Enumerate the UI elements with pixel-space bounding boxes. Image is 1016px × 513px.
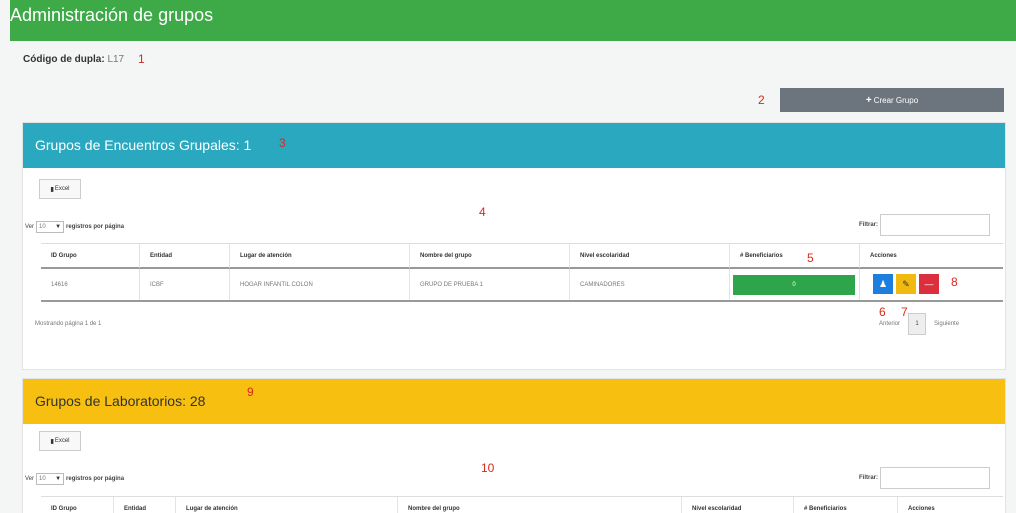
filter-control-labs: Filtrar: <box>859 467 991 489</box>
excel-label: Excel <box>54 438 70 444</box>
section-encuentros-title: Grupos de Encuentros Grupales: 1 <box>35 137 252 153</box>
section-encuentros-header: Grupos de Encuentros Grupales: 1 <box>23 123 1005 168</box>
col-nombre[interactable]: Nombre del grupo <box>409 244 569 268</box>
dupla-label: Código de dupla: <box>23 54 105 65</box>
filter-input[interactable] <box>880 214 991 236</box>
file-icon: ▮ <box>50 438 54 445</box>
filter-input[interactable] <box>880 467 991 489</box>
dupla-value: L17 <box>107 54 125 65</box>
page-length-control: Ver 10 ▼ registros por página <box>25 221 124 233</box>
dupla-code: Código de dupla: L17 <box>23 54 124 65</box>
col-entidad[interactable]: Entidad <box>139 244 229 268</box>
filter-label: Filtrar: <box>859 222 879 228</box>
page-length-value: 10 <box>39 224 46 230</box>
section-laboratorios-header: Grupos de Laboratorios: 28 <box>23 379 1005 424</box>
create-group-label: Crear Grupo <box>873 95 919 105</box>
plus-icon: + <box>865 94 872 106</box>
edit-button[interactable]: ✎ <box>896 274 916 294</box>
col-nivel[interactable]: Nivel escolaridad <box>569 244 729 268</box>
section-laboratorios: Grupos de Laboratorios: 28 9 ▮ Excel Ver… <box>22 378 1006 513</box>
col-lugar[interactable]: Lugar de atención <box>229 244 409 268</box>
section-laboratorios-title: Grupos de Laboratorios: 28 <box>35 393 206 409</box>
pagination-next[interactable]: Siguiente <box>934 321 959 327</box>
add-user-icon: ♟ <box>878 278 888 289</box>
create-group-button[interactable]: + Crear Grupo <box>780 88 1004 112</box>
pagination-info: Mostrando página 1 de 1 <box>35 321 102 327</box>
pagination-page-1[interactable]: 1 <box>908 313 927 335</box>
col-beneficiarios[interactable]: # Beneficiarios <box>793 497 897 513</box>
cell-nombre: GRUPO DE PRUEBA 1 <box>409 269 569 300</box>
beneficiarios-button[interactable]: 0 <box>733 275 855 295</box>
col-lugar[interactable]: Lugar de atención <box>175 497 397 513</box>
table-header: ID Grupo Entidad Lugar de atención Nombr… <box>41 496 1003 513</box>
encuentros-table: ID Grupo Entidad Lugar de atención Nombr… <box>41 243 1003 304</box>
page-header: Administración de grupos <box>10 0 1016 41</box>
excel-label: Excel <box>54 186 70 192</box>
col-beneficiarios[interactable]: # Beneficiarios <box>729 244 859 268</box>
table-row: 14616 ICBF HOGAR INFANTIL COLON GRUPO DE… <box>41 269 1003 302</box>
annotation-8: 8 <box>951 275 958 289</box>
edit-icon: ✎ <box>902 278 910 289</box>
minus-icon: — <box>924 279 934 289</box>
page-length-control-labs: Ver 10 ▼ registros por página <box>25 473 124 485</box>
annotation-2: 2 <box>758 93 765 107</box>
file-icon: ▮ <box>50 186 54 193</box>
col-acciones: Acciones <box>859 244 1003 268</box>
add-user-button[interactable]: ♟ <box>873 274 893 294</box>
ver-label: Ver <box>25 224 35 230</box>
chevron-down-icon: ▼ <box>55 476 62 482</box>
section-encuentros-grupales: Grupos de Encuentros Grupales: 1 3 ▮ Exc… <box>22 122 1006 370</box>
page-length-suffix: registros por página <box>66 476 125 482</box>
annotation-3: 3 <box>279 136 286 150</box>
cell-lugar: HOGAR INFANTIL COLON <box>229 269 409 300</box>
filter-label: Filtrar: <box>859 475 879 481</box>
pagination: Anterior 1 Siguiente <box>879 313 959 335</box>
cell-nivel: CAMINADORES <box>569 269 729 300</box>
page-length-value: 10 <box>39 476 46 482</box>
cell-id: 14616 <box>51 281 68 288</box>
cell-entidad: ICBF <box>139 269 229 300</box>
annotation-10: 10 <box>481 461 495 475</box>
ver-label: Ver <box>25 476 35 482</box>
annotation-4: 4 <box>479 205 486 219</box>
page-length-select[interactable]: 10 ▼ <box>36 473 65 485</box>
chevron-down-icon: ▼ <box>55 224 62 230</box>
remove-button[interactable]: — <box>919 274 939 294</box>
col-entidad[interactable]: Entidad <box>113 497 175 513</box>
col-acciones: Acciones <box>897 497 1003 513</box>
filter-control: Filtrar: <box>859 214 991 236</box>
col-nombre[interactable]: Nombre del grupo <box>397 497 681 513</box>
pagination-prev[interactable]: Anterior <box>879 321 900 327</box>
table-header: ID Grupo Entidad Lugar de atención Nombr… <box>41 243 1003 269</box>
annotation-5: 5 <box>807 251 814 265</box>
excel-export-button[interactable]: ▮ Excel <box>39 179 81 199</box>
col-id-grupo[interactable]: ID Grupo <box>41 244 139 268</box>
col-id-grupo[interactable]: ID Grupo <box>41 497 113 513</box>
page-length-select[interactable]: 10 ▼ <box>36 221 65 233</box>
col-nivel[interactable]: Nivel escolaridad <box>681 497 793 513</box>
page-length-suffix: registros por página <box>66 224 125 230</box>
excel-export-button-labs[interactable]: ▮ Excel <box>39 431 81 451</box>
annotation-9: 9 <box>247 385 254 399</box>
page-title: Administración de grupos <box>10 5 214 25</box>
annotation-1: 1 <box>138 52 145 66</box>
laboratorios-table: ID Grupo Entidad Lugar de atención Nombr… <box>41 496 1003 513</box>
